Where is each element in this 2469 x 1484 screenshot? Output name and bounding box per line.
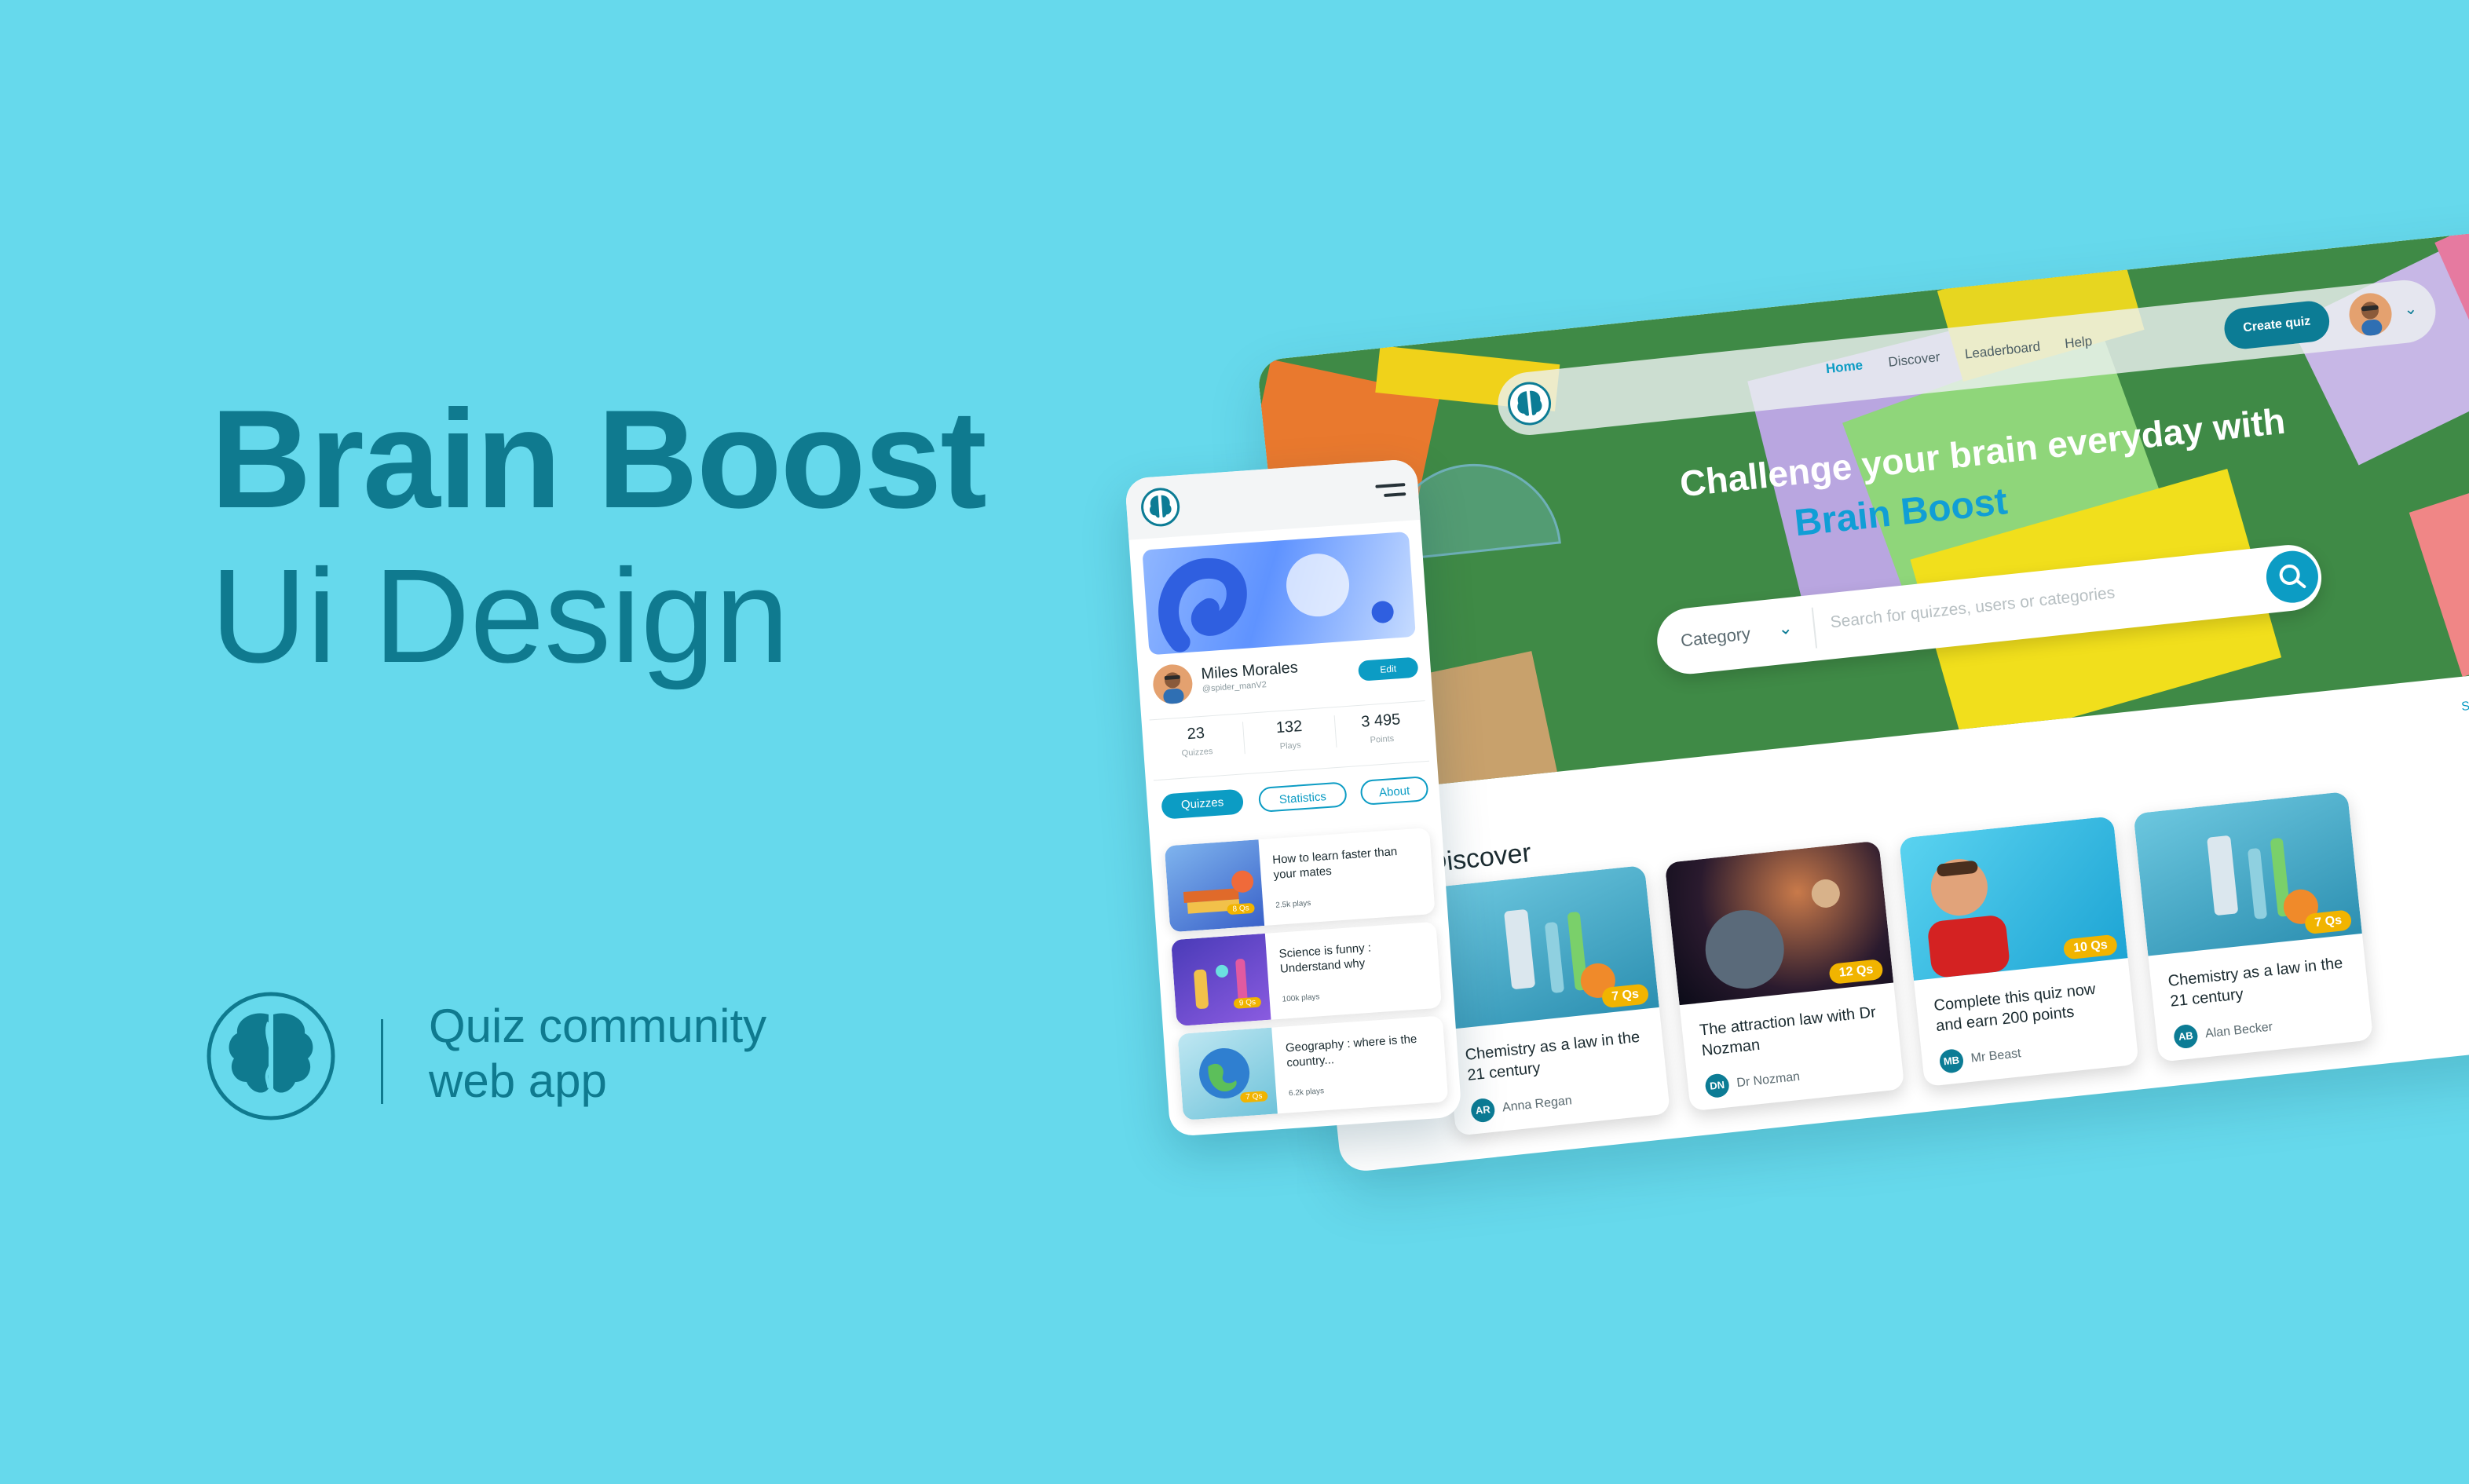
- author-name[interactable]: Mr Beast: [1970, 1047, 2022, 1066]
- nav-help[interactable]: Help: [2064, 334, 2093, 353]
- nav-leaderboard[interactable]: Leaderboard: [1964, 339, 2041, 363]
- quiz-title: How to learn faster than your mates: [1271, 844, 1398, 882]
- quiz-thumbnail-science: [1171, 933, 1271, 1027]
- author-avatar: AB: [2172, 1023, 2199, 1050]
- quiz-card[interactable]: 12 Qs The attraction law with Dr Nozman …: [1664, 840, 1905, 1112]
- stat-label: Plays: [1279, 740, 1302, 752]
- quiz-thumbnail-books: [1164, 839, 1265, 933]
- search-separator: [1811, 607, 1818, 649]
- user-avatar-icon: [2361, 302, 2383, 336]
- avatar[interactable]: [1151, 663, 1194, 706]
- quiz-title: Geography : where is the country...: [1285, 1032, 1417, 1070]
- play-count: 100k plays: [1282, 992, 1320, 1004]
- paper-right-pink: [2409, 459, 2469, 678]
- profile-banner: [1142, 531, 1416, 656]
- tagline-line-2: web app: [429, 1055, 607, 1107]
- search-input[interactable]: Search for quizzes, users or categories: [1830, 583, 2116, 632]
- hero-section: Home Discover Leaderboard Help Create qu…: [1256, 221, 2469, 799]
- abstract-shape-icon: [1158, 554, 1394, 652]
- stat-value: 23: [1186, 724, 1205, 744]
- brain-logo-icon: [207, 992, 335, 1120]
- quiz-card[interactable]: 7 Qs Chemistry as a law in the 21 centur…: [2133, 791, 2374, 1062]
- author-avatar: DN: [1704, 1073, 1731, 1099]
- mobile-mockup: Miles Morales @spider_manV2 Edit 23 Quiz…: [1125, 459, 1462, 1137]
- mobile-topbar: [1125, 459, 1421, 540]
- play-count: 2.5k plays: [1275, 898, 1311, 910]
- stat-plays: 132 Plays: [1242, 715, 1337, 755]
- stat-value: 132: [1275, 718, 1303, 737]
- chevron-down-icon[interactable]: ⌄: [1777, 618, 1794, 640]
- tab-quizzes[interactable]: Quizzes: [1161, 788, 1245, 820]
- author-avatar: MB: [1938, 1047, 1965, 1074]
- quiz-card-title: Chemistry as a law in the 21 century: [2167, 954, 2344, 1011]
- category-select[interactable]: Category: [1680, 623, 1752, 651]
- books-icon: [1183, 870, 1254, 914]
- search-icon: [2279, 564, 2306, 589]
- nav-home[interactable]: Home: [1825, 357, 1864, 377]
- quiz-card[interactable]: 7 Qs Chemistry as a law in the 21 centur…: [1430, 864, 1671, 1136]
- stat-points: 3 495 Points: [1335, 709, 1428, 747]
- list-item[interactable]: 7 Qs Geography : where is the country...…: [1177, 1015, 1449, 1120]
- nav-discover[interactable]: Discover: [1888, 349, 1941, 371]
- quiz-thumbnail-geography: [1177, 1027, 1278, 1120]
- play-count: 6.2k plays: [1288, 1087, 1325, 1098]
- author-name[interactable]: Dr Nozman: [1736, 1070, 1801, 1091]
- search-button[interactable]: [2263, 548, 2321, 605]
- globe-icon: [1199, 1047, 1250, 1098]
- question-count-badge: 7 Qs: [1239, 1091, 1268, 1103]
- question-count-badge: 9 Qs: [1233, 996, 1262, 1009]
- brain-logo-icon[interactable]: [1139, 486, 1181, 528]
- profile-stats: 23 Quizzes 132 Plays 3 495 Points: [1149, 700, 1430, 781]
- brand-subtitle: Ui Design: [210, 542, 789, 691]
- quiz-title: Science is funny : Understand why: [1278, 941, 1372, 976]
- brand-title: Brain Boost: [210, 381, 987, 537]
- chevron-down-icon[interactable]: ⌄: [2403, 298, 2418, 320]
- profile-name: Miles Morales: [1200, 659, 1299, 683]
- stat-value: 3 495: [1360, 711, 1402, 731]
- author-name[interactable]: Alan Becker: [2204, 1020, 2273, 1041]
- tagline: Quiz community web app: [429, 999, 766, 1109]
- author-avatar: AR: [1469, 1097, 1496, 1124]
- see-more-link[interactable]: See more: [2461, 695, 2469, 715]
- hamburger-menu-icon[interactable]: [1375, 483, 1406, 501]
- create-quiz-button[interactable]: Create quiz: [2222, 299, 2332, 351]
- stat-quizzes: 23 Quizzes: [1150, 722, 1243, 760]
- quiz-card-title: Chemistry as a law in the 21 century: [1464, 1028, 1641, 1084]
- tab-about[interactable]: About: [1359, 776, 1429, 806]
- author-name[interactable]: Anna Regan: [1502, 1094, 1572, 1115]
- stat-label: Points: [1370, 733, 1395, 745]
- tab-statistics[interactable]: Statistics: [1257, 781, 1348, 813]
- brain-logo-icon[interactable]: [1505, 379, 1554, 428]
- stat-label: Quizzes: [1181, 747, 1213, 758]
- edit-profile-button[interactable]: Edit: [1357, 656, 1419, 682]
- tagline-line-1: Quiz community: [429, 1000, 767, 1052]
- quiz-card-title: The attraction law with Dr Nozman: [1699, 1003, 1877, 1060]
- list-item[interactable]: 9 Qs Science is funny : Understand why 1…: [1171, 921, 1442, 1027]
- question-count-badge: 8 Qs: [1227, 902, 1256, 916]
- quiz-card[interactable]: 10 Qs Complete this quiz now and earn 20…: [1899, 816, 2139, 1087]
- list-item[interactable]: 8 Qs How to learn faster than your mates…: [1164, 828, 1436, 933]
- avatar[interactable]: [2346, 291, 2394, 338]
- user-avatar-icon: [1163, 672, 1184, 704]
- flask-icon: [1194, 959, 1248, 1009]
- quiz-card-title: Complete this quiz now and earn 200 poin…: [1933, 980, 2097, 1036]
- brand-divider: [381, 1019, 383, 1104]
